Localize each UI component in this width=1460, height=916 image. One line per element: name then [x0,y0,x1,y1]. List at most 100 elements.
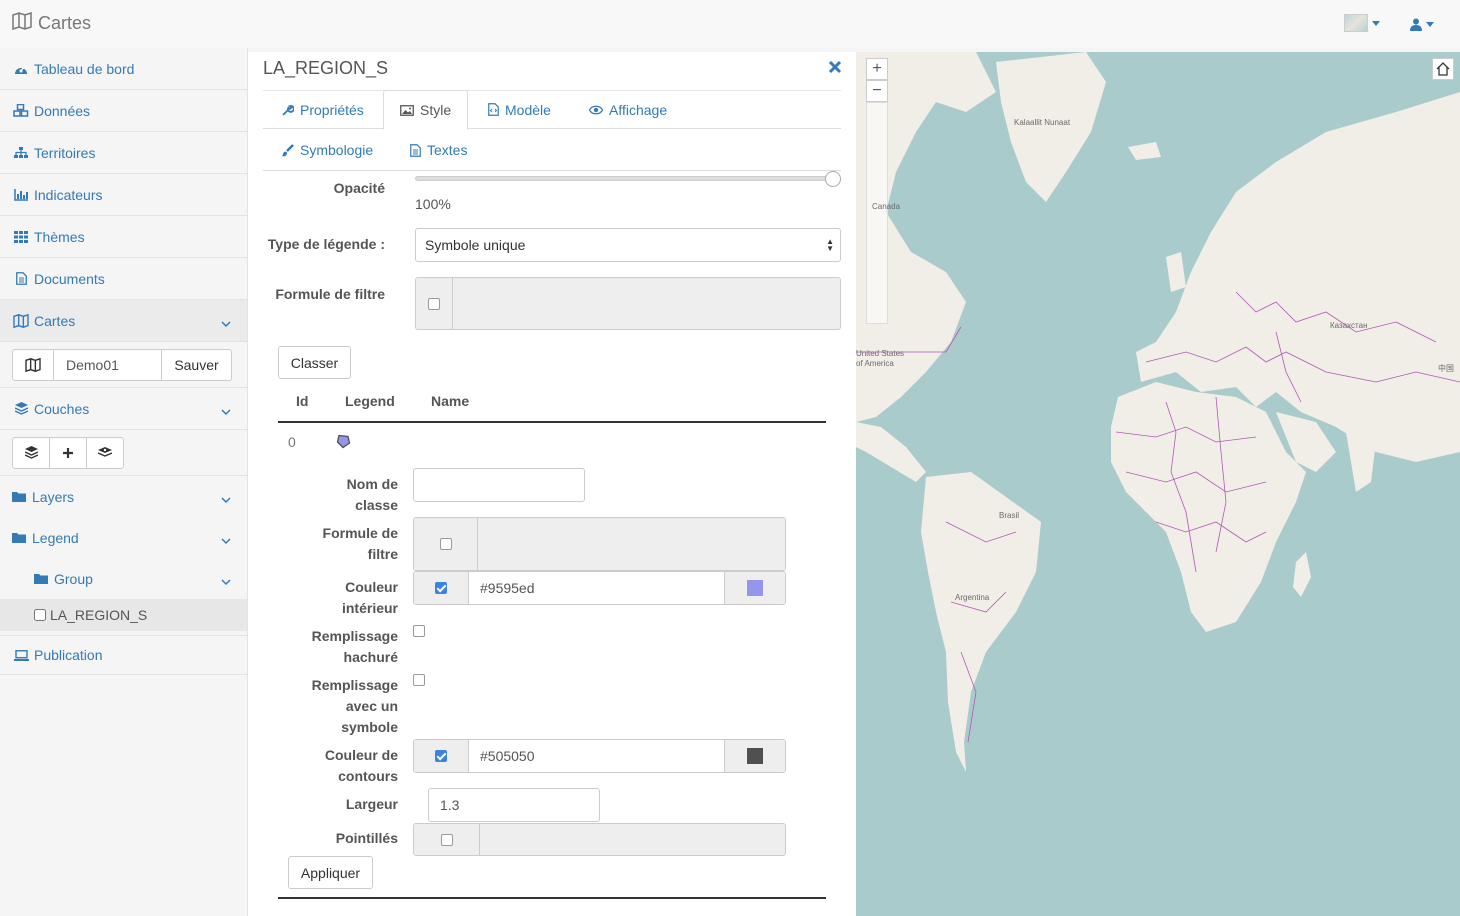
stroke-color-input[interactable]: #505050 [469,740,724,772]
document-icon [410,143,421,157]
opacity-slider-handle[interactable] [825,171,841,187]
sidebar-item-layers-section[interactable]: Couches [0,388,247,430]
basemap-dropdown[interactable] [1344,14,1380,33]
fill-color-picker[interactable] [724,572,785,604]
map-label: United States [856,349,905,358]
tree-folder-group[interactable]: Group [0,558,247,599]
tab-label: Propriétés [300,101,364,118]
user-dropdown[interactable] [1410,15,1434,31]
tab-label: Modèle [505,101,551,118]
layer-style-panel: LA_REGION_S Propriétés Style Modèle Affi… [248,52,856,916]
sidebar-item-data[interactable]: Données [0,90,247,132]
sidebar-item-indicators[interactable]: Indicateurs [0,174,247,216]
sidebar-item-documents[interactable]: Documents [0,258,247,300]
stroke-color-label: Couleur de contours [324,747,398,784]
filter-checkbox[interactable] [428,297,440,310]
map-label: Kalaallit Nunaat [1014,118,1071,127]
class-filter-textarea[interactable] [478,518,785,570]
stroke-color-picker[interactable] [724,740,785,772]
layer-stack-button[interactable] [12,436,50,469]
user-icon [1410,18,1422,31]
tab-symbology[interactable]: Symbologie [281,129,373,171]
brand[interactable]: Cartes [12,11,91,35]
map-label: Brasil [999,511,1020,520]
dash-label: Pointillés [335,830,398,846]
stroke-color-checkbox[interactable] [435,750,447,762]
layer-toolbar [0,430,247,476]
caret-down-icon [1372,20,1380,26]
fill-color-swatch [747,580,763,596]
save-button[interactable]: Sauver [162,348,232,381]
tree-folder-label: Layers [32,488,75,505]
hatch-fill-label: Remplissage hachuré [311,628,398,665]
tab-style[interactable]: Style [383,90,469,130]
map-label: Argentina [955,593,990,602]
class-filter-group [413,517,786,571]
zoom-control: + − [866,58,888,324]
folder-icon [12,530,26,546]
map-view[interactable]: + − Kalaallit Nunaat Canada United State… [856,52,1460,916]
map-name-group: Sauver [0,342,247,388]
sidebar-item-dashboard[interactable]: Tableau de bord [0,48,247,90]
opacity-label: Opacité [333,180,385,196]
filter-textarea[interactable] [453,278,840,329]
tab-texts[interactable]: Textes [410,129,467,171]
map-label: Canada [872,202,901,211]
panel-title: LA_REGION_S [263,58,389,78]
fill-color-checkbox[interactable] [435,582,447,594]
class-filter-checkbox[interactable] [439,538,452,550]
top-navbar: Cartes [0,0,1460,48]
polygon-symbol-icon[interactable] [336,434,351,449]
legend-type-select[interactable]: Symbole unique ▲ ▼ [415,228,841,262]
bar-chart-icon [12,188,30,201]
opacity-slider-track[interactable] [415,176,833,181]
classify-button[interactable]: Classer [278,346,351,379]
laptop-icon [12,649,30,661]
dash-checkbox[interactable] [440,833,453,846]
sidebar-item-label: Territoires [34,144,96,161]
tree-folder-label: Legend [32,529,79,546]
hatch-fill-checkbox[interactable] [413,625,425,637]
world-map[interactable] [856,52,1460,916]
fill-color-input[interactable]: #9595ed [469,572,724,604]
close-icon[interactable] [828,60,842,74]
symbol-fill-checkbox[interactable] [413,674,425,686]
zoom-out-button[interactable]: − [866,80,888,102]
apply-button[interactable]: Appliquer [288,856,373,889]
dash-group [413,823,786,856]
sidebar-item-publication[interactable]: Publication [0,635,247,675]
tree-folder-label: Group [54,570,93,587]
tree-folder-legend[interactable]: Legend [0,517,247,558]
tab-properties[interactable]: Propriétés [266,90,380,129]
legend-type-label: Type de légende : [267,236,385,252]
folder-icon [34,571,48,587]
grid-icon [12,230,30,243]
paintbrush-icon [281,143,294,156]
add-layer-button[interactable] [49,436,87,469]
tree-folder-layers[interactable]: Layers [0,476,247,517]
sidebar-item-territories[interactable]: Territoires [0,132,247,174]
map-label: of America [856,359,894,368]
dash-input[interactable] [480,824,785,855]
tab-label: Style [420,102,452,118]
sidebar-item-themes[interactable]: Thèmes [0,216,247,258]
layer-visibility-checkbox[interactable] [34,609,46,621]
legend-type-value: Symbole unique [425,237,526,253]
dashboard-icon [12,63,30,75]
map-name-input[interactable] [54,348,162,381]
filter-group [415,277,841,330]
zoom-slider[interactable] [866,102,888,324]
file-code-icon [488,103,499,116]
home-button[interactable] [1432,58,1454,80]
layer-settings-button[interactable] [86,436,124,469]
tab-model[interactable]: Modèle [472,90,567,129]
fill-color-label: Couleur intérieur [341,579,398,616]
tab-display[interactable]: Affichage [573,90,683,129]
zoom-in-button[interactable]: + [866,58,888,80]
stroke-width-input[interactable]: 1.3 [428,788,600,822]
layer-gear-icon [98,446,112,457]
tree-layer-item[interactable]: LA_REGION_S [0,599,247,631]
sidebar-item-label: Cartes [34,312,76,329]
sidebar-item-maps[interactable]: Cartes [0,300,247,342]
class-name-input[interactable] [413,468,585,502]
